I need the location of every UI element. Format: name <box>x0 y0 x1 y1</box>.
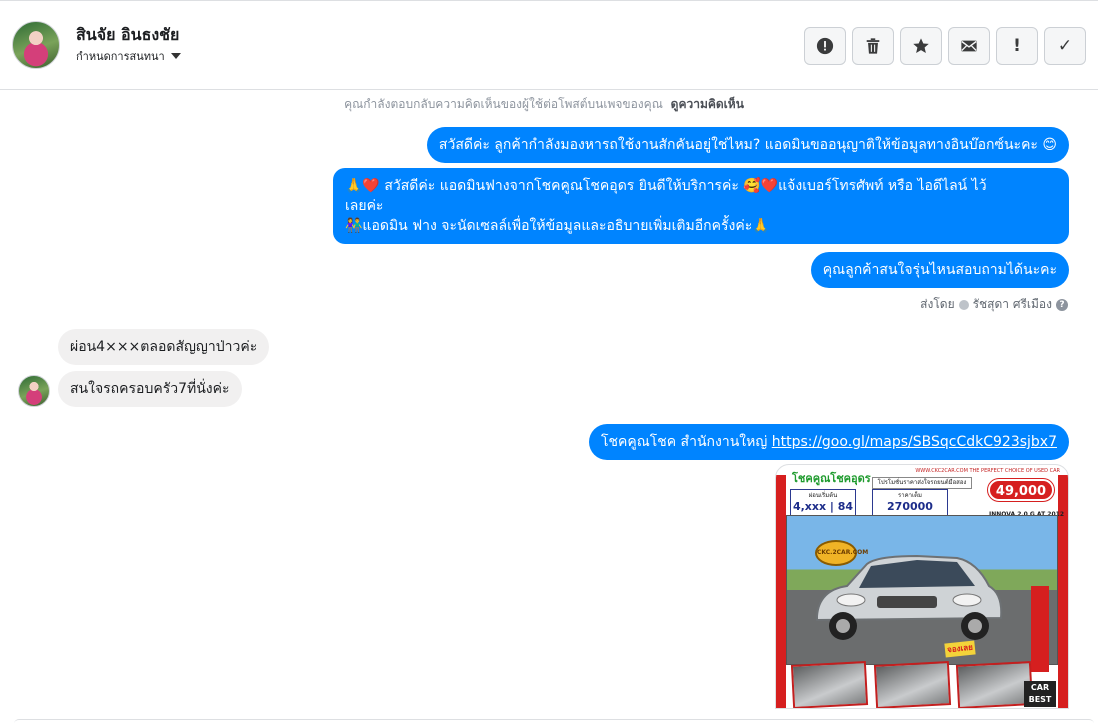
mark-done-button[interactable]: ✓ <box>1044 27 1086 65</box>
message-text: โชคคูณโชค สำนักงานใหญ่ <box>600 434 772 450</box>
message-thread[interactable]: คุณกำลังตอบกลับความคิดเห็นของผู้ใช้ต่อโพ… <box>0 91 1098 723</box>
envelope-icon <box>961 40 977 52</box>
car-ad-image[interactable]: โชคคูณโชคอุดร WWW.CKC2CAR.COM THE PERFEC… <box>775 464 1069 709</box>
help-icon[interactable]: ? <box>1056 298 1068 311</box>
sent-by-label: ส่งโดย <box>920 297 955 311</box>
message-text: คุณลูกค้าสนใจรุ่นไหนสอบถามได้นะคะ <box>822 262 1057 278</box>
ad-logo-stamp: CKC.2CAR.COM <box>815 540 868 566</box>
conversation-menu-label: กำหนดการสนทนา <box>76 50 165 63</box>
contact-avatar-small[interactable] <box>18 375 50 407</box>
message-out-location[interactable]: โชคคูณโชค สำนักงานใหญ่ https://goo.gl/ma… <box>588 424 1069 460</box>
ad-thumbnail <box>873 661 951 708</box>
ad-thumbnails <box>790 661 1034 708</box>
ad-cash-label: ราคาเต็ม <box>898 492 922 499</box>
ad-best-badge: CAR BEST <box>1024 681 1056 707</box>
messenger-window: สินจัย อินธงชัย กำหนดการสนทนา ! ✓ คุณกำล… <box>0 0 1098 723</box>
message-text: สวัสดีค่ะ ลูกค้ากำลังมองหารถใช้งานสักคัน… <box>438 137 1057 153</box>
ad-thumbnail <box>790 661 868 708</box>
ad-car-photo: CKC.2CAR.COM จองเลย <box>786 515 1058 672</box>
composer-edge[interactable] <box>14 719 1094 723</box>
notice-text: คุณกำลังตอบกลับความคิดเห็นของผู้ใช้ต่อโพ… <box>344 97 663 111</box>
message-out-welcome[interactable]: 🙏❤️ สวัสดีค่ะ แอดมินฟางจากโชคคูณโชคอุดร … <box>333 168 1069 244</box>
mark-unread-button[interactable] <box>948 27 990 65</box>
admin-avatar-icon <box>958 299 969 310</box>
conversation-toolbar: ! ✓ <box>804 27 1086 65</box>
ad-red-tag <box>1031 586 1049 672</box>
comment-reply-notice: คุณกำลังตอบกลับความคิดเห็นของผู้ใช้ต่อโพ… <box>0 95 1088 114</box>
message-out-greeting[interactable]: สวัสดีค่ะ ลูกค้ากำลังมองหารถใช้งานสักคัน… <box>426 127 1069 163</box>
ad-installment-box: ผ่อนเริ่มต้น 4,xxx | 84 งวด <box>790 489 856 527</box>
view-comment-link[interactable]: ดูความคิดเห็น <box>671 97 744 111</box>
delete-button[interactable] <box>852 27 894 65</box>
conversation-menu[interactable]: กำหนดการสนทนา <box>76 47 181 65</box>
message-line: 🙏❤️ สวัสดีค่ะ แอดมินฟางจากโชคคูณโชคอุดร … <box>345 178 987 194</box>
important-button[interactable]: ! <box>996 27 1038 65</box>
sent-by-info: ส่งโดย รัชสุดา ศรีเมือง ? <box>920 295 1068 314</box>
message-in-family-car[interactable]: สนใจรถครอบครัว7ที่นั่งค่ะ <box>58 371 242 407</box>
trash-icon <box>866 38 880 54</box>
ad-banner: โปรโมชั่นราคาส่งใจรถยนต์มือสอง <box>872 477 972 489</box>
contact-avatar[interactable] <box>12 21 60 69</box>
ad-brand: โชคคูณโชคอุดร <box>792 472 871 485</box>
ad-site: WWW.CKC2CAR.COM THE PERFECT CHOICE OF US… <box>915 468 1060 474</box>
maps-link[interactable]: https://goo.gl/maps/SBSqcCdkC923sjbx7 <box>772 434 1057 450</box>
message-text: สนใจรถครอบครัว7ที่นั่งค่ะ <box>70 381 230 397</box>
caret-down-icon <box>170 53 181 59</box>
check-icon: ✓ <box>1057 35 1073 56</box>
ad-price-badge: 49,000 <box>988 479 1054 501</box>
ad-book-now-tag: จองเลย <box>944 640 976 658</box>
message-out-question[interactable]: คุณลูกค้าสนใจรุ่นไหนสอบถามได้นะคะ <box>810 252 1069 288</box>
ad-cash-box: ราคาเต็ม 270000 <box>872 489 948 517</box>
star-icon <box>913 38 929 54</box>
message-line: เลยค่ะ <box>345 198 384 214</box>
ad-side-stripe <box>776 475 786 708</box>
ad-thumbnail <box>956 661 1034 708</box>
message-in-installment[interactable]: ผ่อน4×××ตลอดสัญญาป่าวค่ะ <box>58 329 270 365</box>
ad-installment-label: ผ่อนเริ่มต้น <box>808 492 838 499</box>
message-line: 👫แอดมิน ฟาง จะนัดเซลล์เพื่อให้ข้อมูลและอ… <box>345 218 770 234</box>
ad-cash-value: 270000 <box>887 500 933 513</box>
message-text: ผ่อน4×××ตลอดสัญญาป่าวค่ะ <box>70 339 258 355</box>
mark-spam-button[interactable] <box>804 27 846 65</box>
contact-name[interactable]: สินจัย อินธงชัย <box>76 23 179 48</box>
conversation-header: สินจัย อินธงชัย กำหนดการสนทนา ! ✓ <box>0 1 1098 90</box>
alert-circle-icon <box>816 37 834 55</box>
sent-by-name[interactable]: รัชสุดา ศรีเมือง <box>973 295 1052 314</box>
star-button[interactable] <box>900 27 942 65</box>
exclamation-icon: ! <box>1013 35 1021 56</box>
